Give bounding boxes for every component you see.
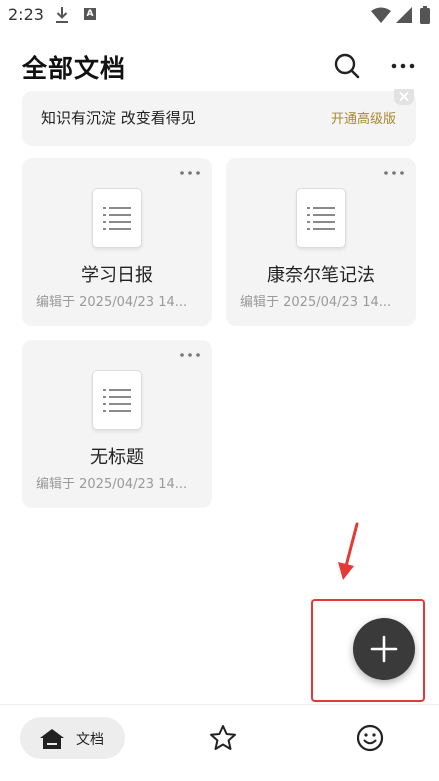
document-icon bbox=[92, 188, 142, 248]
more-icon bbox=[391, 63, 415, 69]
doc-card[interactable]: 无标题 编辑于 2025/04/23 14... bbox=[22, 340, 212, 508]
search-button[interactable] bbox=[331, 50, 363, 82]
page-title: 全部文档 bbox=[22, 54, 127, 83]
doc-card[interactable]: 康奈尔笔记法 编辑于 2025/04/23 14... bbox=[226, 158, 416, 326]
document-icon bbox=[296, 188, 346, 248]
new-document-button[interactable] bbox=[353, 618, 415, 680]
upgrade-link[interactable]: 开通高级版 bbox=[331, 108, 396, 127]
a-notification-icon: A bbox=[84, 8, 96, 20]
doc-title: 康奈尔笔记法 bbox=[267, 265, 375, 286]
promo-text: 知识有沉淀 改变看得见 bbox=[41, 109, 196, 127]
home-icon bbox=[40, 729, 64, 749]
more-options-button[interactable] bbox=[388, 50, 418, 82]
status-time: 2:23 bbox=[8, 5, 44, 24]
doc-title: 学习日报 bbox=[81, 265, 153, 286]
nav-tab-profile[interactable] bbox=[355, 723, 385, 753]
card-more-icon[interactable] bbox=[178, 348, 202, 362]
search-icon bbox=[334, 53, 360, 79]
bottom-nav: 文档 bbox=[0, 704, 439, 781]
document-icon bbox=[92, 370, 142, 430]
doc-title: 无标题 bbox=[90, 447, 144, 468]
upgrade-banner[interactable]: 知识有沉淀 改变看得见 开通高级版 bbox=[22, 89, 416, 146]
nav-tab-favorites[interactable] bbox=[208, 723, 238, 753]
smiley-icon bbox=[356, 724, 384, 752]
doc-card[interactable]: 学习日报 编辑于 2025/04/23 14... bbox=[22, 158, 212, 326]
wifi-icon bbox=[371, 7, 391, 23]
annotation-arrow-icon bbox=[338, 522, 359, 580]
doc-edit-time: 编辑于 2025/04/23 14... bbox=[36, 295, 188, 310]
card-more-icon[interactable] bbox=[382, 166, 406, 180]
card-more-icon[interactable] bbox=[178, 166, 202, 180]
signal-icon bbox=[396, 7, 412, 23]
battery-icon bbox=[420, 6, 430, 24]
nav-tab-docs[interactable]: 文档 bbox=[20, 717, 125, 759]
close-icon[interactable] bbox=[394, 89, 414, 105]
status-bar: 2:23 A bbox=[0, 0, 439, 30]
plus-icon bbox=[370, 635, 398, 663]
nav-docs-label: 文档 bbox=[76, 732, 104, 748]
doc-edit-time: 编辑于 2025/04/23 14... bbox=[36, 477, 188, 492]
doc-edit-time: 编辑于 2025/04/23 14... bbox=[240, 295, 392, 310]
star-icon bbox=[210, 725, 236, 750]
download-icon bbox=[56, 7, 68, 23]
